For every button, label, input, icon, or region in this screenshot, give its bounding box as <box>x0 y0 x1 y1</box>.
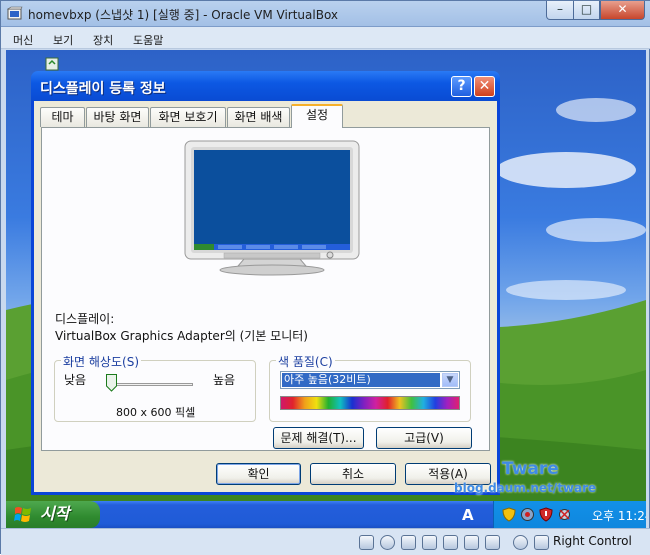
start-label: 시작 <box>40 504 70 523</box>
dialog-title-bar[interactable]: 디스플레이 등록 정보 ? ✕ <box>31 71 500 101</box>
resolution-low-label: 낮음 <box>64 373 87 387</box>
monitor-preview <box>184 140 360 276</box>
video-capture-icon[interactable] <box>464 535 479 550</box>
tab-screensaver[interactable]: 화면 보호기 <box>150 107 226 127</box>
resolution-label: 화면 해상도(S) <box>61 353 141 370</box>
display-adapter: VirtualBox Graphics Adapter의 (기본 모니터) <box>55 329 308 343</box>
hdd-icon[interactable] <box>359 535 374 550</box>
menu-machine[interactable]: 머신 <box>13 32 33 48</box>
tab-themes[interactable]: 테마 <box>40 107 85 127</box>
resolution-group: 화면 해상도(S) 낮음 높음 800 x 600 픽셀 <box>54 353 256 422</box>
audio-icon[interactable] <box>485 535 500 550</box>
advanced-button[interactable]: 고급(V) <box>376 427 472 449</box>
watermark-brand: Tware <box>502 459 559 479</box>
settings-panel: 디스플레이: VirtualBox Graphics Adapter의 (기본 … <box>41 127 490 451</box>
mouse-integration-icon[interactable] <box>513 535 528 550</box>
troubleshoot-button[interactable]: 문제 해결(T)... <box>273 427 364 449</box>
system-tray: 오후 11:24 <box>493 501 646 528</box>
color-spectrum-bar <box>280 396 460 410</box>
color-quality-value: 아주 높음(32비트) <box>282 373 440 387</box>
display-properties-dialog: 디스플레이 등록 정보 ? ✕ 테마 바탕 화면 화면 보호기 화면 배색 설정 <box>31 71 500 495</box>
network-tray-icon[interactable] <box>520 507 535 522</box>
color-quality-select[interactable]: 아주 높음(32비트) ▼ <box>280 371 460 389</box>
host-status-bar: Right Control <box>1 528 650 555</box>
ok-button[interactable]: 확인 <box>216 463 301 485</box>
host-menu-bar: 머신 보기 장치 도움말 <box>1 27 650 49</box>
close-button[interactable]: ✕ <box>600 1 645 20</box>
windows-logo-icon <box>14 507 31 522</box>
dialog-body: 테마 바탕 화면 화면 보호기 화면 배색 설정 디스플레이: VirtualB… <box>34 101 497 492</box>
ime-indicator[interactable]: A <box>462 506 474 524</box>
virtualbox-icon <box>7 6 23 20</box>
start-button[interactable]: 시작 <box>6 501 100 528</box>
cd-icon[interactable] <box>380 535 395 550</box>
dialog-close-button[interactable]: ✕ <box>474 76 495 97</box>
usb-icon[interactable] <box>401 535 416 550</box>
host-key-arrow-icon[interactable] <box>534 535 549 550</box>
menu-devices[interactable]: 장치 <box>93 32 113 48</box>
security-shield-icon[interactable] <box>502 507 516 522</box>
chevron-down-icon[interactable]: ▼ <box>442 373 458 387</box>
guest-screen[interactable]: 디스플레이 등록 정보 ? ✕ 테마 바탕 화면 화면 보호기 화면 배색 설정 <box>6 50 646 528</box>
taskbar: 시작 A 오후 11:24 <box>6 501 646 528</box>
menu-help[interactable]: 도움말 <box>133 32 163 48</box>
resolution-high-label: 높음 <box>213 373 236 387</box>
watermark-url: blog.daum.net/tware <box>454 481 597 495</box>
display-label: 디스플레이: <box>55 312 115 326</box>
security-alert-icon[interactable] <box>539 507 553 522</box>
host-key-label: Right Control <box>553 534 632 548</box>
resolution-value: 800 x 600 픽셀 <box>116 406 196 419</box>
host-title: homevbxp (스냅샷 1) [실행 중] - Oracle VM Virt… <box>28 8 339 22</box>
color-quality-group: 색 품질(C) 아주 높음(32비트) ▼ <box>269 353 471 422</box>
help-button[interactable]: ? <box>451 76 472 97</box>
tab-settings[interactable]: 설정 <box>291 104 343 128</box>
safely-remove-icon[interactable] <box>557 507 572 522</box>
virtualbox-window: homevbxp (스냅샷 1) [실행 중] - Oracle VM Virt… <box>0 0 650 555</box>
network-icon[interactable] <box>422 535 437 550</box>
host-title-bar[interactable]: homevbxp (스냅샷 1) [실행 중] - Oracle VM Virt… <box>1 1 650 27</box>
resolution-slider-thumb[interactable] <box>106 374 117 392</box>
dialog-title: 디스플레이 등록 정보 <box>40 81 166 97</box>
color-quality-label: 색 품질(C) <box>276 353 335 370</box>
clock[interactable]: 오후 11:24 <box>592 507 646 524</box>
recycle-bin-icon[interactable] <box>42 55 62 71</box>
shared-folder-icon[interactable] <box>443 535 458 550</box>
maximize-button[interactable]: □ <box>573 1 600 20</box>
resolution-slider-track[interactable] <box>111 383 193 386</box>
cancel-button[interactable]: 취소 <box>310 463 396 485</box>
menu-view[interactable]: 보기 <box>53 32 73 48</box>
tab-desktop[interactable]: 바탕 화면 <box>86 107 149 127</box>
tab-appearance[interactable]: 화면 배색 <box>227 107 290 127</box>
minimize-button[interactable]: – <box>546 1 574 20</box>
